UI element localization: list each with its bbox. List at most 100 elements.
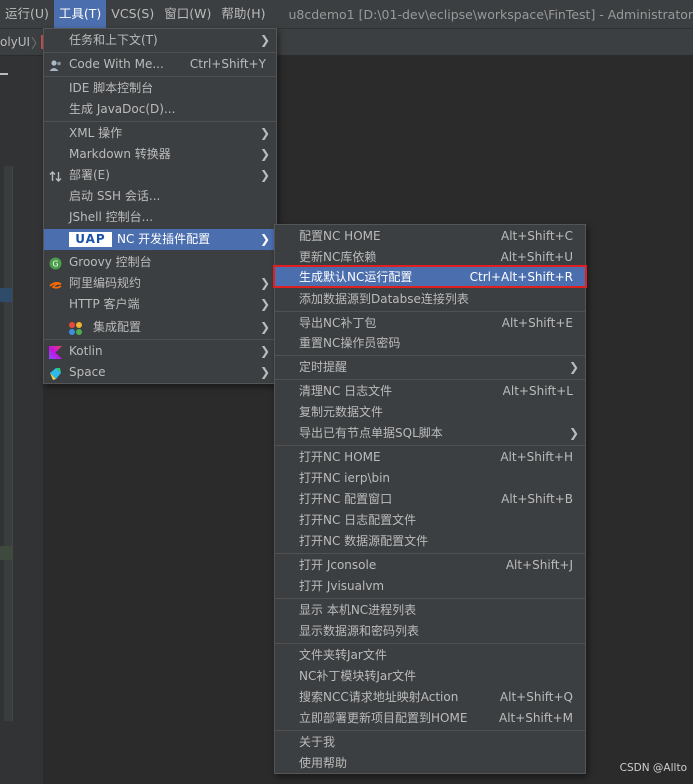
menu-item-markdown-converter[interactable]: Markdown 转换器 ❯	[44, 144, 276, 165]
menu-item-label: Space	[69, 365, 106, 379]
menu-item-search-ncc-action[interactable]: 搜索NCC请求地址映射Action Alt+Shift+Q	[275, 687, 585, 708]
kotlin-icon	[49, 345, 62, 359]
menu-item-jshell-console[interactable]: JShell 控制台...	[44, 207, 276, 228]
menu-item-label: 定时提醒	[299, 360, 348, 374]
menu-item-label: 打开NC HOME	[299, 450, 381, 464]
submenu-arrow-icon: ❯	[259, 168, 270, 182]
menu-item-deployment[interactable]: 部署(E) ❯	[44, 165, 276, 186]
menu-item-groovy-console[interactable]: G Groovy 控制台	[44, 252, 276, 273]
menu-item-label: 清理NC 日志文件	[299, 384, 393, 398]
menu-item-configure-nc-home[interactable]: 配置NC HOME Alt+Shift+C	[275, 226, 585, 247]
menu-item-label: 搜索NCC请求地址映射Action	[299, 690, 459, 704]
menu-item-label: 配置NC HOME	[299, 229, 381, 243]
menu-item-label: 导出NC补丁包	[299, 316, 377, 330]
menu-item-about[interactable]: 关于我	[275, 732, 585, 753]
menu-item-start-ssh-session[interactable]: 启动 SSH 会话...	[44, 186, 276, 207]
menu-item-label: 打开NC 配置窗口	[299, 492, 393, 506]
menu-item-export-node-sql[interactable]: 导出已有节点单据SQL脚本 ❯	[275, 423, 585, 444]
menu-item-alibaba-coding-guidelines[interactable]: 阿里编码规约 ❯	[44, 273, 276, 294]
menu-bar: 运行(U) 工具(T) VCS(S) 窗口(W) 帮助(H) u8cdemo1 …	[0, 0, 693, 28]
alibaba-icon	[49, 277, 62, 290]
menu-item-label: IDE 脚本控制台	[69, 81, 154, 95]
menu-item-label: JShell 控制台...	[69, 210, 154, 224]
tools-menu: 任务和上下文(T) ❯ Code With Me... Ctrl+Shift+Y…	[43, 28, 277, 384]
breadcrumb[interactable]: olyUI	[0, 35, 30, 49]
menu-vcs[interactable]: VCS(S)	[106, 0, 159, 28]
menu-item-label: NC 开发插件配置	[117, 232, 211, 246]
menu-separator	[275, 379, 585, 380]
submenu-arrow-icon: ❯	[259, 126, 270, 140]
menu-run[interactable]: 运行(U)	[0, 0, 54, 28]
menu-item-label: 显示数据源和密码列表	[299, 624, 420, 638]
menu-item-label: 打开 Jconsole	[299, 558, 377, 572]
menu-item-scheduled-reminder[interactable]: 定时提醒 ❯	[275, 357, 585, 378]
change-marker	[0, 546, 12, 560]
menu-item-label: Groovy 控制台	[69, 255, 152, 269]
menu-item-ide-script-console[interactable]: IDE 脚本控制台	[44, 78, 276, 99]
menu-item-reset-nc-password[interactable]: 重置NC操作员密码	[275, 333, 585, 354]
menu-item-folder-to-jar[interactable]: 文件夹转Jar文件	[275, 645, 585, 666]
menu-item-label: 文件夹转Jar文件	[299, 648, 387, 662]
menu-item-kotlin[interactable]: Kotlin ❯	[44, 341, 276, 362]
menu-separator	[275, 311, 585, 312]
deploy-arrows-icon	[49, 169, 62, 182]
menu-item-label: 任务和上下文(T)	[69, 33, 158, 47]
watermark: CSDN @Allto	[619, 762, 687, 774]
menu-item-http-client[interactable]: HTTP 客户端 ❯	[44, 294, 276, 315]
submenu-arrow-icon: ❯	[568, 360, 579, 374]
menu-item-deploy-config-to-home[interactable]: 立即部署更新项目配置到HOME Alt+Shift+M	[275, 708, 585, 729]
menu-item-open-nc-home[interactable]: 打开NC HOME Alt+Shift+H	[275, 447, 585, 468]
menu-separator	[44, 339, 276, 340]
menu-item-open-nc-ierp-bin[interactable]: 打开NC ierp\bin	[275, 468, 585, 489]
menu-item-clean-nc-logs[interactable]: 清理NC 日志文件 Alt+Shift+L	[275, 381, 585, 402]
groovy-icon: G	[49, 256, 62, 270]
submenu-arrow-icon: ❯	[259, 147, 270, 161]
menu-item-tasks-context[interactable]: 任务和上下文(T) ❯	[44, 30, 276, 51]
menu-item-open-nc-config-window[interactable]: 打开NC 配置窗口 Alt+Shift+B	[275, 489, 585, 510]
menu-separator	[44, 52, 276, 53]
menu-window[interactable]: 窗口(W)	[159, 0, 216, 28]
menu-item-open-jconsole[interactable]: 打开 Jconsole Alt+Shift+J	[275, 555, 585, 576]
menu-item-label: 打开NC 日志配置文件	[299, 513, 417, 527]
menu-item-label: XML 操作	[69, 126, 123, 140]
menu-help[interactable]: 帮助(H)	[216, 0, 270, 28]
menu-item-shortcut: Alt+Shift+H	[500, 450, 573, 464]
menu-item-patch-module-to-jar[interactable]: NC补丁模块转Jar文件	[275, 666, 585, 687]
menu-item-nc-plugin-config[interactable]: UAP NC 开发插件配置 ❯	[44, 229, 276, 250]
menu-item-label: Markdown 转换器	[69, 147, 171, 161]
menu-item-xml-actions[interactable]: XML 操作 ❯	[44, 123, 276, 144]
menu-separator	[275, 445, 585, 446]
selection-marker	[0, 288, 12, 302]
menu-item-label: 打开NC ierp\bin	[299, 471, 391, 485]
menu-item-space[interactable]: Space ❯	[44, 362, 276, 383]
menu-item-open-nc-datasource-config[interactable]: 打开NC 数据源配置文件	[275, 531, 585, 552]
menu-item-help[interactable]: 使用帮助	[275, 753, 585, 774]
minimize-icon[interactable]	[0, 73, 8, 75]
menu-item-label: 重置NC操作员密码	[299, 336, 401, 350]
menu-item-label: 使用帮助	[299, 756, 348, 770]
menu-item-label: HTTP 客户端	[69, 297, 140, 311]
editor-gutter	[0, 56, 43, 784]
menu-item-copy-metadata[interactable]: 复制元数据文件	[275, 402, 585, 423]
svg-text:G: G	[52, 260, 58, 269]
menu-item-add-datasource[interactable]: 添加数据源到Databse连接列表	[275, 289, 585, 310]
menu-item-open-nc-log-config[interactable]: 打开NC 日志配置文件	[275, 510, 585, 531]
menu-item-label: 启动 SSH 会话...	[69, 189, 161, 203]
menu-item-label: 部署(E)	[69, 168, 110, 182]
menu-item-label: 复制元数据文件	[299, 405, 384, 419]
submenu-arrow-icon: ❯	[259, 33, 270, 47]
editor-scrollbar[interactable]	[4, 166, 13, 721]
menu-item-integration-config[interactable]: 集成配置 ❯	[44, 317, 276, 338]
menu-item-show-datasource-passwords[interactable]: 显示数据源和密码列表	[275, 621, 585, 642]
menu-item-export-nc-patch[interactable]: 导出NC补丁包 Alt+Shift+E	[275, 313, 585, 334]
menu-item-label: 集成配置	[93, 320, 142, 334]
menu-tools[interactable]: 工具(T)	[53, 0, 107, 28]
menu-item-code-with-me[interactable]: Code With Me... Ctrl+Shift+Y	[44, 54, 276, 75]
menu-separator	[275, 643, 585, 644]
menu-item-open-jvisualvm[interactable]: 打开 Jvisualvm	[275, 576, 585, 597]
menu-item-label: Code With Me...	[69, 57, 164, 71]
menu-item-shortcut: Alt+Shift+C	[500, 229, 573, 243]
menu-item-generate-javadoc[interactable]: 生成 JavaDoc(D)...	[44, 99, 276, 120]
submenu-arrow-icon: ❯	[259, 232, 270, 246]
menu-item-show-nc-processes[interactable]: 显示 本机NC进程列表	[275, 600, 585, 621]
